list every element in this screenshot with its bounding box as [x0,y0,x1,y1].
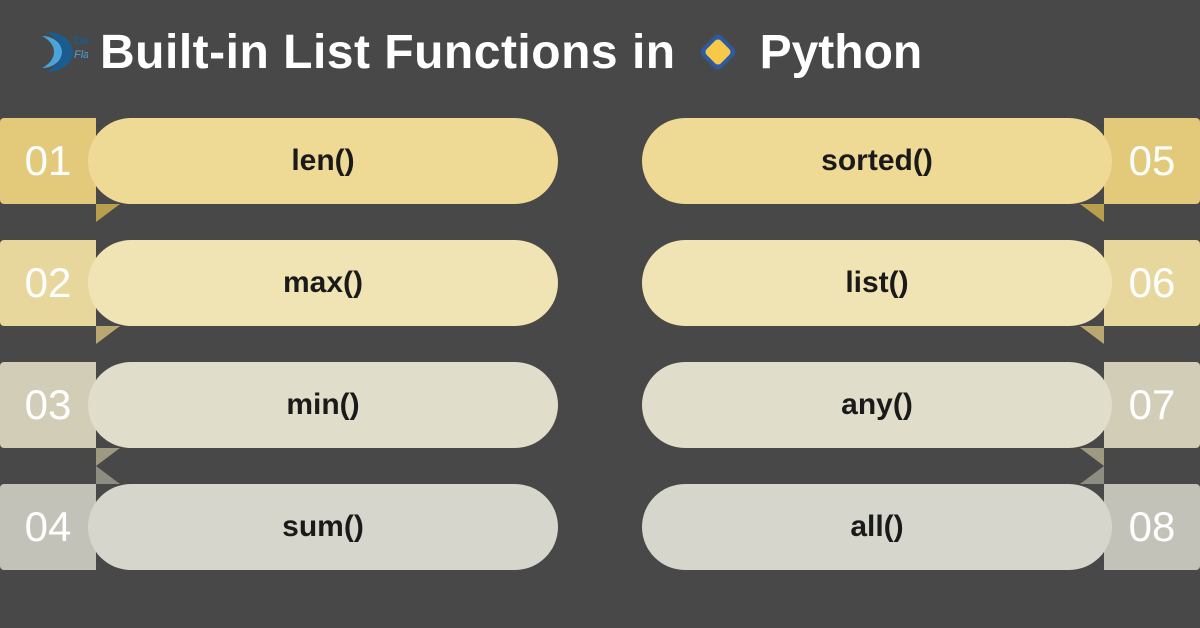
func-label-max: max() [88,240,558,326]
func-label-list: list() [642,240,1112,326]
num-02: 02 [0,240,96,326]
num-03: 03 [0,362,96,448]
page-title-part1: Built-in List Functions in [100,25,676,80]
func-item-03: 03 min() [0,362,558,448]
func-label-any: any() [642,362,1112,448]
brand-text-bottom: Flair [74,49,88,61]
page-title-part2: Python [760,25,923,80]
func-item-05: 05 sorted() [642,118,1200,204]
header: Data Flair Built-in List Functions in Py… [0,0,1200,100]
func-label-all: all() [642,484,1112,570]
func-item-06: 06 list() [642,240,1200,326]
func-item-08: 08 all() [642,484,1200,570]
num-01: 01 [0,118,96,204]
func-label-sorted: sorted() [642,118,1112,204]
fold-icon [96,204,120,222]
fold-icon [1080,204,1104,222]
func-item-07: 07 any() [642,362,1200,448]
fold-icon [96,326,120,344]
func-label-len: len() [88,118,558,204]
dataflair-logo: Data Flair [28,22,88,82]
fold-icon [96,448,120,466]
num-06: 06 [1104,240,1200,326]
fold-icon [1080,326,1104,344]
num-04: 04 [0,484,96,570]
num-05: 05 [1104,118,1200,204]
num-08: 08 [1104,484,1200,570]
func-item-01: 01 len() [0,118,558,204]
fold-icon [1080,448,1104,466]
fold-icon [1080,466,1104,484]
func-item-04: 04 sum() [0,484,558,570]
func-label-sum: sum() [88,484,558,570]
num-07: 07 [1104,362,1200,448]
brand-text-top: Data [74,35,88,47]
func-item-02: 02 max() [0,240,558,326]
functions-grid: 01 len() 02 max() 03 min() 04 sum() 05 s… [0,100,1200,600]
fold-icon [96,466,120,484]
func-label-min: min() [88,362,558,448]
python-icon [694,28,742,76]
